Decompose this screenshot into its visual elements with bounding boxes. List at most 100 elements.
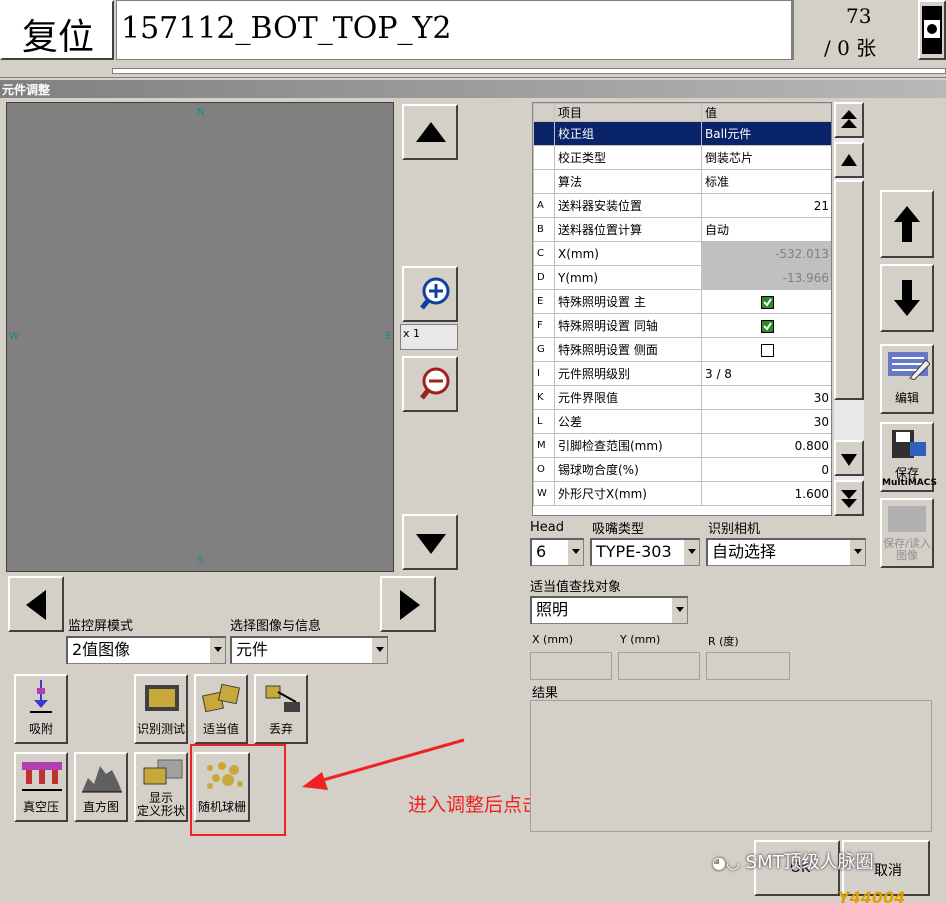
chip-icon bbox=[145, 685, 179, 711]
edit-button[interactable]: 编辑 bbox=[880, 344, 934, 414]
search-target-label: 适当值查找对象 bbox=[530, 580, 622, 595]
row-key: I bbox=[533, 361, 555, 386]
image-select-label: 选择图像与信息 bbox=[230, 619, 322, 634]
vacuum-button[interactable]: 真空压 bbox=[14, 752, 68, 822]
program-name-field: 157112_BOT_TOP_Y2 bbox=[116, 0, 792, 60]
table-row[interactable]: G 特殊照明设置 侧面 bbox=[533, 337, 831, 362]
save-button[interactable]: 保存 MultiMACS bbox=[880, 422, 937, 492]
nozzle-select[interactable]: TYPE-303 bbox=[590, 538, 700, 566]
pan-down-button[interactable] bbox=[402, 514, 458, 570]
row-value[interactable]: 21 bbox=[701, 193, 831, 218]
chevron-down-icon bbox=[209, 638, 225, 663]
watermark: ◕◡ SMT顶级人脉圈 bbox=[712, 852, 874, 873]
row-item: 公差 bbox=[554, 409, 702, 434]
pan-right-button[interactable] bbox=[380, 576, 436, 632]
row-value[interactable]: 30 bbox=[701, 385, 831, 410]
chevron-down-icon bbox=[849, 540, 865, 565]
row-value[interactable]: -13.966 bbox=[701, 265, 831, 290]
zoom-in-button[interactable] bbox=[402, 266, 458, 322]
triangle-left-icon bbox=[26, 590, 46, 620]
table-row[interactable]: O 锡球吻合度(%) 0 bbox=[533, 457, 831, 482]
recognize-test-button[interactable]: 识别测试 bbox=[134, 674, 188, 744]
row-value[interactable] bbox=[701, 337, 831, 362]
tool-label: 真空压 bbox=[22, 800, 59, 814]
compass-s: S bbox=[197, 555, 204, 566]
row-key: W bbox=[533, 481, 555, 506]
row-value[interactable] bbox=[701, 313, 831, 338]
checkbox-icon[interactable] bbox=[760, 343, 774, 357]
chevron-down-icon bbox=[671, 598, 687, 623]
row-value[interactable]: 1.600 bbox=[701, 481, 831, 506]
scroll-thumb[interactable] bbox=[834, 180, 864, 400]
row-value[interactable] bbox=[701, 289, 831, 314]
pan-left-button[interactable] bbox=[8, 576, 64, 632]
tool-label: 直方图 bbox=[82, 800, 119, 814]
zoom-out-button[interactable] bbox=[402, 356, 458, 412]
tool-label: 显示 定义形状 bbox=[136, 791, 185, 818]
compass-w: W bbox=[9, 331, 19, 342]
row-item: 元件界限值 bbox=[554, 385, 702, 410]
search-target-select[interactable]: 照明 bbox=[530, 596, 688, 624]
row-value[interactable]: 30 bbox=[701, 409, 831, 434]
histogram-button[interactable]: 直方图 bbox=[74, 752, 128, 822]
row-value[interactable]: 倒装芯片 bbox=[701, 145, 831, 170]
checkbox-checked-icon[interactable] bbox=[760, 319, 774, 333]
table-row[interactable]: F 特殊照明设置 同轴 bbox=[533, 313, 831, 338]
row-value[interactable]: -532.013 bbox=[701, 241, 831, 266]
r-label: R (度) bbox=[708, 635, 739, 648]
triangle-up-icon bbox=[416, 122, 446, 142]
image-viewer[interactable]: N S W E bbox=[6, 102, 394, 572]
scroll-up-button[interactable] bbox=[834, 142, 864, 178]
x-field bbox=[530, 652, 612, 680]
table-scrollbar[interactable] bbox=[834, 102, 864, 516]
row-value[interactable]: 标准 bbox=[701, 169, 831, 194]
row-value[interactable]: 0.800 bbox=[701, 433, 831, 458]
row-value[interactable]: 3 / 8 bbox=[701, 361, 831, 386]
checkbox-checked-icon[interactable] bbox=[760, 295, 774, 309]
table-row[interactable]: 校正类型 倒装芯片 bbox=[533, 145, 831, 170]
table-row[interactable]: K 元件界限值 30 bbox=[533, 385, 831, 410]
program-name: 157112_BOT_TOP_Y2 bbox=[121, 11, 452, 46]
head-select[interactable]: 6 bbox=[530, 538, 584, 566]
table-row[interactable]: L 公差 30 bbox=[533, 409, 831, 434]
monitor-mode-select[interactable]: 2值图像 bbox=[66, 636, 226, 664]
table-row[interactable]: 算法 标准 bbox=[533, 169, 831, 194]
table-row[interactable]: A 送料器安装位置 21 bbox=[533, 193, 831, 218]
table-row[interactable]: W 外形尺寸X(mm) 1.600 bbox=[533, 481, 831, 506]
pickup-button[interactable]: 吸附 bbox=[14, 674, 68, 744]
table-row[interactable]: M 引脚检查范围(mm) 0.800 bbox=[533, 433, 831, 458]
table-row[interactable]: E 特殊照明设置 主 bbox=[533, 289, 831, 314]
row-key: G bbox=[533, 337, 555, 362]
row-key: E bbox=[533, 289, 555, 314]
scroll-down-button[interactable] bbox=[834, 440, 864, 476]
table-row[interactable]: 校正组 Ball元件 bbox=[533, 121, 831, 146]
table-row[interactable]: D Y(mm) -13.966 bbox=[533, 265, 831, 290]
row-value[interactable]: Ball元件 bbox=[701, 121, 831, 146]
row-item: 送料器安装位置 bbox=[554, 193, 702, 218]
appropriate-value-button[interactable]: 适当值 bbox=[194, 674, 248, 744]
camera-select[interactable]: 自动选择 bbox=[706, 538, 866, 566]
table-row[interactable]: B 送料器位置计算 自动 bbox=[533, 217, 831, 242]
row-item: X(mm) bbox=[554, 241, 702, 266]
table-row[interactable]: C X(mm) -532.013 bbox=[533, 241, 831, 266]
chevron-down-icon bbox=[371, 638, 387, 663]
param-table-frame: 项目 值 校正组 Ball元件 校正类型 倒装芯片 算法 标准 A 送料器安装位置 21 B 送料器… bbox=[532, 102, 832, 516]
row-value[interactable]: 0 bbox=[701, 457, 831, 482]
reset-button[interactable]: 复位 bbox=[0, 0, 114, 60]
head-label: Head bbox=[530, 520, 564, 535]
row-key bbox=[533, 121, 555, 146]
scroll-top-button[interactable] bbox=[834, 102, 864, 138]
camera-icon[interactable] bbox=[918, 0, 946, 60]
reset-label: 复位 bbox=[22, 17, 95, 58]
row-item: 特殊照明设置 侧面 bbox=[554, 337, 702, 362]
table-row[interactable]: I 元件照明级别 3 / 8 bbox=[533, 361, 831, 386]
row-item: 送料器位置计算 bbox=[554, 217, 702, 242]
row-value[interactable]: 自动 bbox=[701, 217, 831, 242]
discard-button[interactable]: 丢弃 bbox=[254, 674, 308, 744]
pan-up-button[interactable] bbox=[402, 104, 458, 160]
show-shape-button[interactable]: 显示 定义形状 bbox=[134, 752, 188, 822]
move-down-button[interactable] bbox=[880, 264, 934, 332]
image-select[interactable]: 元件 bbox=[230, 636, 388, 664]
move-up-button[interactable] bbox=[880, 190, 934, 258]
scroll-bottom-button[interactable] bbox=[834, 480, 864, 516]
